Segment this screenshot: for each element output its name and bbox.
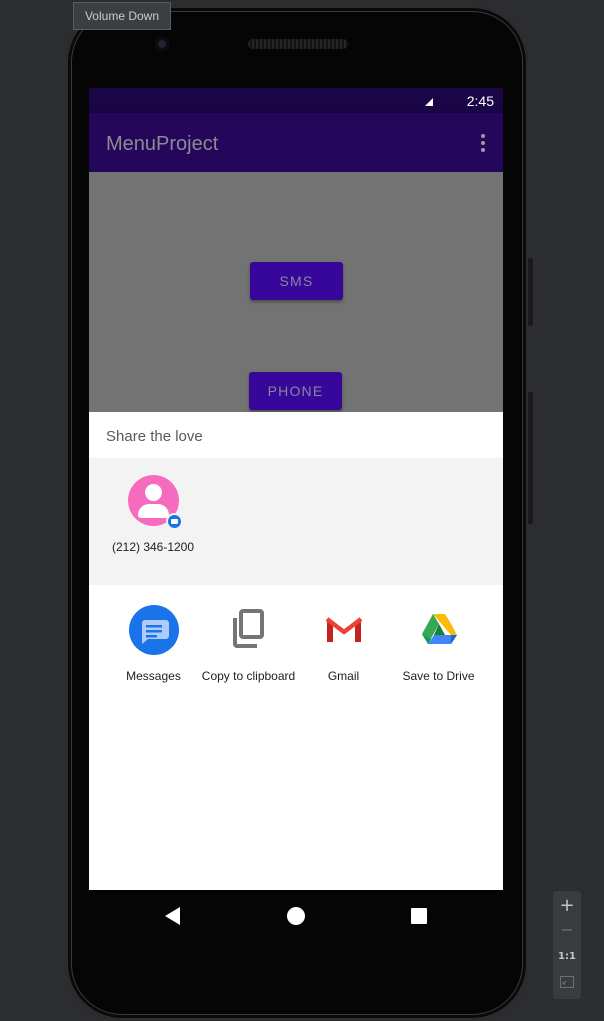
drive-icon [414, 605, 464, 655]
contact-label: (212) 346-1200 [111, 540, 195, 554]
share-sheet-title: Share the love [106, 428, 203, 445]
gmail-icon [319, 605, 369, 655]
share-sheet: Share the love (212) 346-1200 Messages C… [89, 412, 503, 890]
back-icon[interactable] [164, 907, 182, 925]
recents-icon[interactable] [411, 908, 427, 924]
share-target-label: Messages [126, 669, 181, 683]
messages-badge-icon [166, 513, 183, 530]
device-screen: 2:45 MenuProject SMS PHONE Share the lov… [89, 88, 503, 890]
status-bar: 2:45 [89, 88, 503, 113]
share-target-drive[interactable]: Save to Drive [391, 605, 486, 684]
app-title: MenuProject [106, 133, 219, 155]
share-target-messages[interactable]: Messages [106, 605, 201, 684]
power-button[interactable] [528, 258, 533, 326]
main-content-scrim: SMS PHONE [89, 172, 503, 412]
direct-share-row: (212) 346-1200 [89, 458, 503, 585]
copy-icon [224, 605, 274, 655]
zoom-out-button[interactable]: − [553, 920, 581, 939]
signal-icon [425, 98, 433, 106]
app-bar: MenuProject [89, 113, 503, 172]
phone-button[interactable]: PHONE [249, 372, 342, 410]
zoom-actual-size-button[interactable]: 1:1 [553, 951, 581, 962]
messages-icon [128, 605, 179, 655]
zoom-in-button[interactable]: + [553, 895, 581, 916]
zoom-panel: + − 1:1 [553, 891, 581, 999]
share-target-label: Save to Drive [402, 669, 475, 683]
volume-down-tooltip: Volume Down [73, 2, 171, 30]
contact-share-target[interactable] [128, 475, 183, 530]
fit-screen-icon[interactable] [553, 976, 581, 988]
nav-bar [89, 890, 503, 942]
share-target-label: Gmail [327, 669, 360, 683]
share-target-copy[interactable]: Copy to clipboard [201, 605, 296, 684]
sms-button[interactable]: SMS [250, 262, 343, 300]
share-target-label: Copy to clipboard [201, 669, 296, 683]
status-clock: 2:45 [466, 93, 494, 109]
home-icon[interactable] [287, 907, 305, 925]
share-target-gmail[interactable]: Gmail [296, 605, 391, 684]
more-vert-icon[interactable] [481, 134, 485, 152]
earpiece-speaker [248, 39, 348, 49]
volume-rocker[interactable] [528, 392, 533, 524]
front-camera [155, 37, 169, 51]
